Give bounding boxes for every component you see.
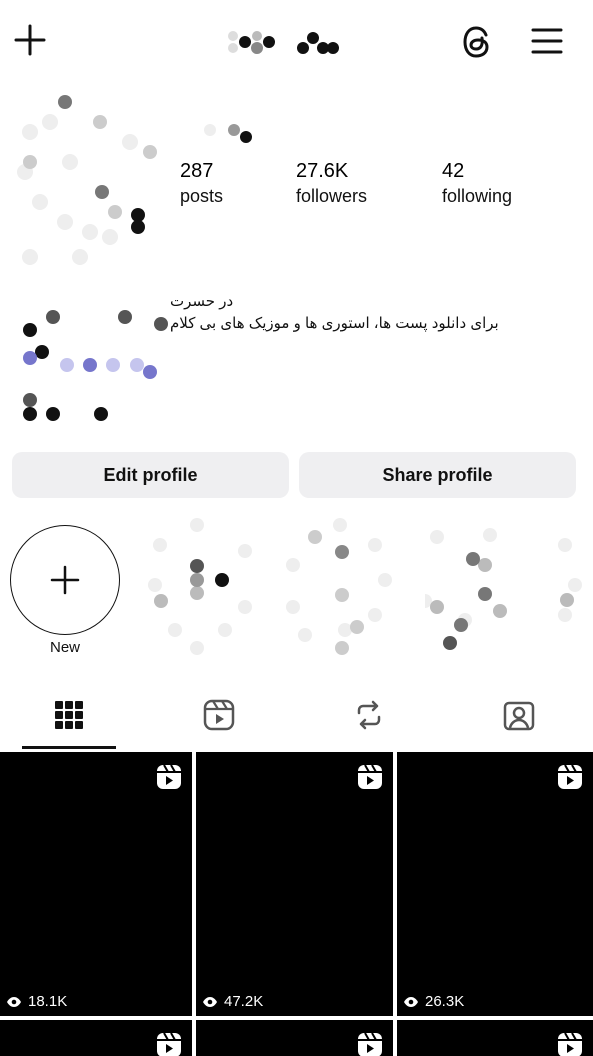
profile-stats: 287 posts 27.6K followers 42 following [180, 158, 560, 218]
grid-post[interactable] [196, 1020, 393, 1056]
threads-icon[interactable] [455, 20, 499, 64]
view-count: 26.3K [403, 993, 464, 1010]
active-tab-indicator [22, 746, 116, 749]
followers-stat[interactable]: 27.6K followers [296, 158, 367, 208]
view-count-value: 47.2K [224, 993, 264, 1010]
grid-post[interactable]: 18.1K [0, 752, 192, 1016]
bio-description: برای دانلود پست ها، استوری ها و موزیک ها… [170, 315, 499, 332]
story-highlights: New [0, 515, 593, 665]
avatar[interactable] [10, 82, 218, 272]
posts-label: posts [180, 186, 224, 206]
reel-badge-icon [157, 764, 181, 789]
reel-badge-icon [558, 764, 582, 789]
view-count: 18.1K [6, 993, 67, 1010]
hamburger-menu-icon[interactable] [526, 20, 568, 62]
view-count-value: 18.1K [28, 993, 68, 1010]
tab-reposts[interactable] [322, 685, 416, 745]
following-count: 42 [442, 160, 465, 182]
view-count: 47.2K [202, 993, 263, 1010]
eye-icon [203, 996, 217, 1007]
grid-icon [55, 701, 83, 729]
tab-tagged[interactable] [472, 685, 566, 745]
grid-post[interactable] [397, 1020, 593, 1056]
reels-icon [203, 699, 235, 731]
eye-icon [404, 996, 418, 1007]
followers-label: followers [296, 186, 368, 206]
highlight-item[interactable] [285, 515, 395, 665]
highlight-item[interactable] [145, 515, 255, 665]
view-count-value: 26.3K [425, 993, 465, 1010]
new-highlight-button[interactable] [10, 525, 120, 635]
reel-badge-icon [358, 764, 382, 789]
grid-post[interactable] [0, 1020, 192, 1056]
grid-post[interactable]: 47.2K [196, 752, 393, 1016]
tab-reels[interactable] [172, 685, 266, 745]
profile-tabs [0, 685, 593, 751]
reposts-icon [357, 700, 381, 730]
tab-grid[interactable] [22, 685, 116, 745]
bio-name: در حسرت [170, 293, 234, 310]
pixelated-fragment [204, 124, 252, 143]
edit-profile-button[interactable]: Edit profile [12, 452, 289, 498]
eye-icon [7, 996, 21, 1007]
share-profile-button[interactable]: Share profile [299, 452, 576, 498]
username-pixelated[interactable] [225, 28, 345, 58]
plus-icon [50, 565, 80, 595]
followers-count: 27.6K [296, 160, 349, 182]
bio-pixelated [15, 300, 175, 430]
plus-icon[interactable] [10, 20, 50, 60]
highlight-item[interactable] [425, 515, 593, 665]
posts-stat[interactable]: 287 posts [180, 158, 223, 208]
grid-post[interactable]: 26.3K [397, 752, 593, 1016]
following-stat[interactable]: 42 following [442, 158, 512, 208]
reel-badge-icon [558, 1032, 582, 1056]
following-label: following [442, 186, 513, 206]
reel-badge-icon [157, 1032, 181, 1056]
tagged-icon [503, 701, 535, 731]
posts-count: 287 [180, 160, 214, 182]
new-highlight-label: New [49, 639, 80, 656]
posts-grid: 18.1K 47.2K 26.3K [0, 752, 593, 1056]
top-bar [0, 0, 593, 82]
reel-badge-icon [358, 1032, 382, 1056]
